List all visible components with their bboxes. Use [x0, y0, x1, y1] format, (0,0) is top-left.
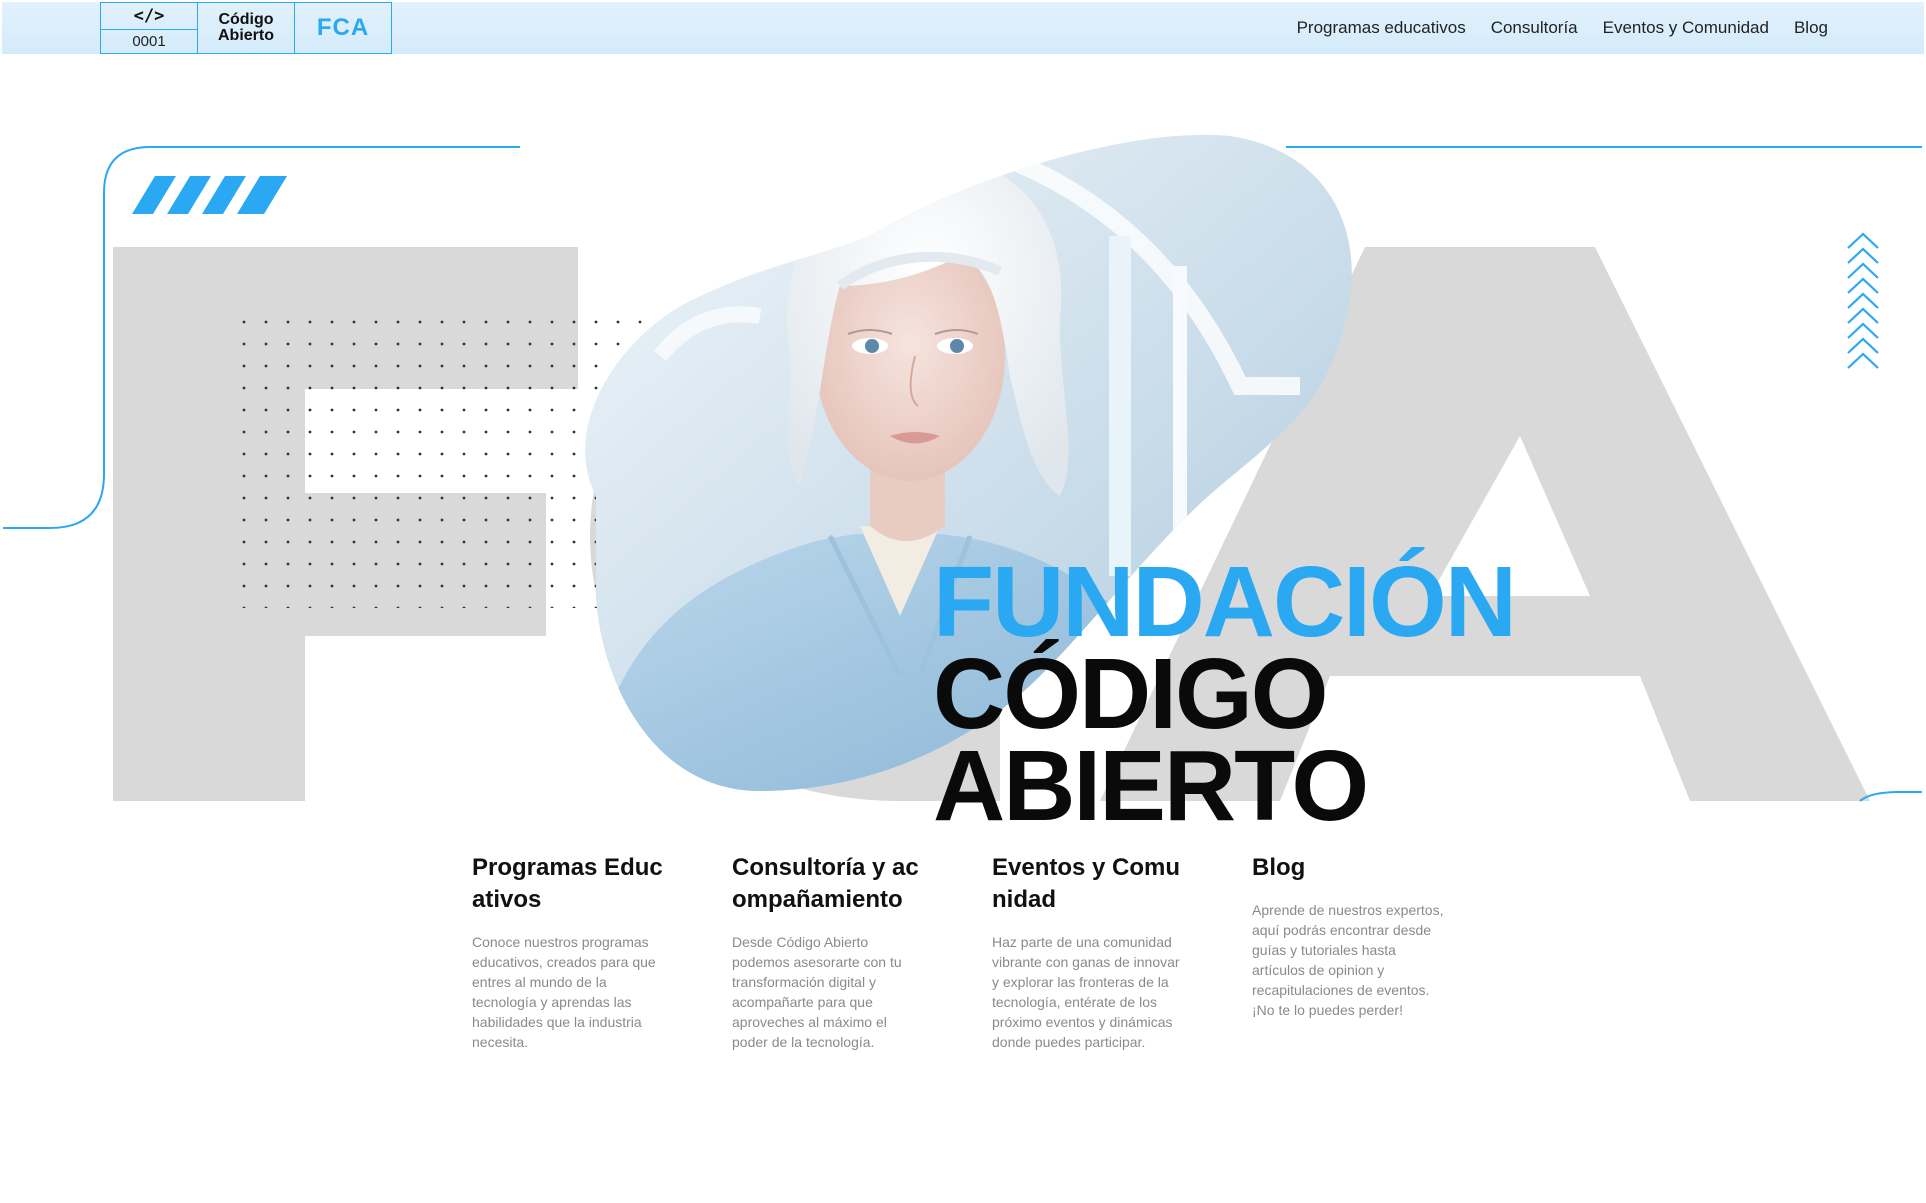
card-text: Conoce nuestros programas educativos, cr…: [472, 934, 656, 1050]
logo-code-tag: </>: [101, 3, 197, 30]
slashes-decoration: [132, 176, 287, 214]
card-text: Desde Código Abierto podemos asesorarte …: [732, 934, 902, 1050]
card-title: Programas Educativos: [472, 854, 663, 913]
card-title: Eventos y Comunidad: [992, 854, 1181, 913]
hero-title-line1: FUNDACIÓN: [933, 546, 1517, 658]
hero-title-line3: ABIERTO: [933, 730, 1369, 842]
chevrons-up-icon: [1847, 232, 1879, 369]
nav-link-consultoria[interactable]: Consultoría: [1491, 18, 1578, 38]
nav-link-eventos[interactable]: Eventos y Comunidad: [1603, 18, 1769, 38]
card-eventos[interactable]: Eventos y Comunidad Haz parte de una com…: [992, 852, 1186, 1052]
top-navigation-bar: </> 0001 Código Abierto FCA Programas ed…: [2, 2, 1924, 54]
nav-link-programas[interactable]: Programas educativos: [1297, 18, 1466, 38]
logo-acronym: FCA: [316, 14, 370, 41]
card-text: Aprende de nuestros expertos, aquí podrá…: [1252, 902, 1444, 1018]
card-programas[interactable]: Programas Educativos Conoce nuestros pro…: [472, 852, 666, 1052]
card-consultoria[interactable]: Consultoría y acompañamiento Desde Códig…: [732, 852, 926, 1052]
hero-section: FUNDACIÓN CÓDIGO ABIERTO: [0, 56, 1926, 836]
logo-code-block: </> 0001: [101, 3, 198, 53]
services-section: Programas Educativos Conoce nuestros pro…: [472, 852, 1446, 1052]
site-logo[interactable]: </> 0001 Código Abierto FCA: [100, 2, 392, 54]
logo-name-line2: Abierto: [218, 27, 274, 44]
logo-code-number: 0001: [132, 33, 166, 50]
card-title: Consultoría y acompañamiento: [732, 854, 919, 913]
logo-name-line1: Código: [218, 11, 274, 28]
card-blog[interactable]: Blog Aprende de nuestros expertos, aquí …: [1252, 852, 1446, 1052]
nav-link-blog[interactable]: Blog: [1794, 18, 1828, 38]
logo-name-block: Código Abierto: [198, 3, 295, 53]
card-title: Blog: [1252, 854, 1306, 881]
main-nav: Programas educativos Consultoría Eventos…: [1297, 2, 1828, 54]
card-text: Haz parte de una comunidad vibrante con …: [992, 934, 1180, 1050]
hero-title: FUNDACIÓN CÓDIGO ABIERTO: [933, 546, 1517, 842]
hero-title-line2: CÓDIGO: [933, 638, 1329, 750]
